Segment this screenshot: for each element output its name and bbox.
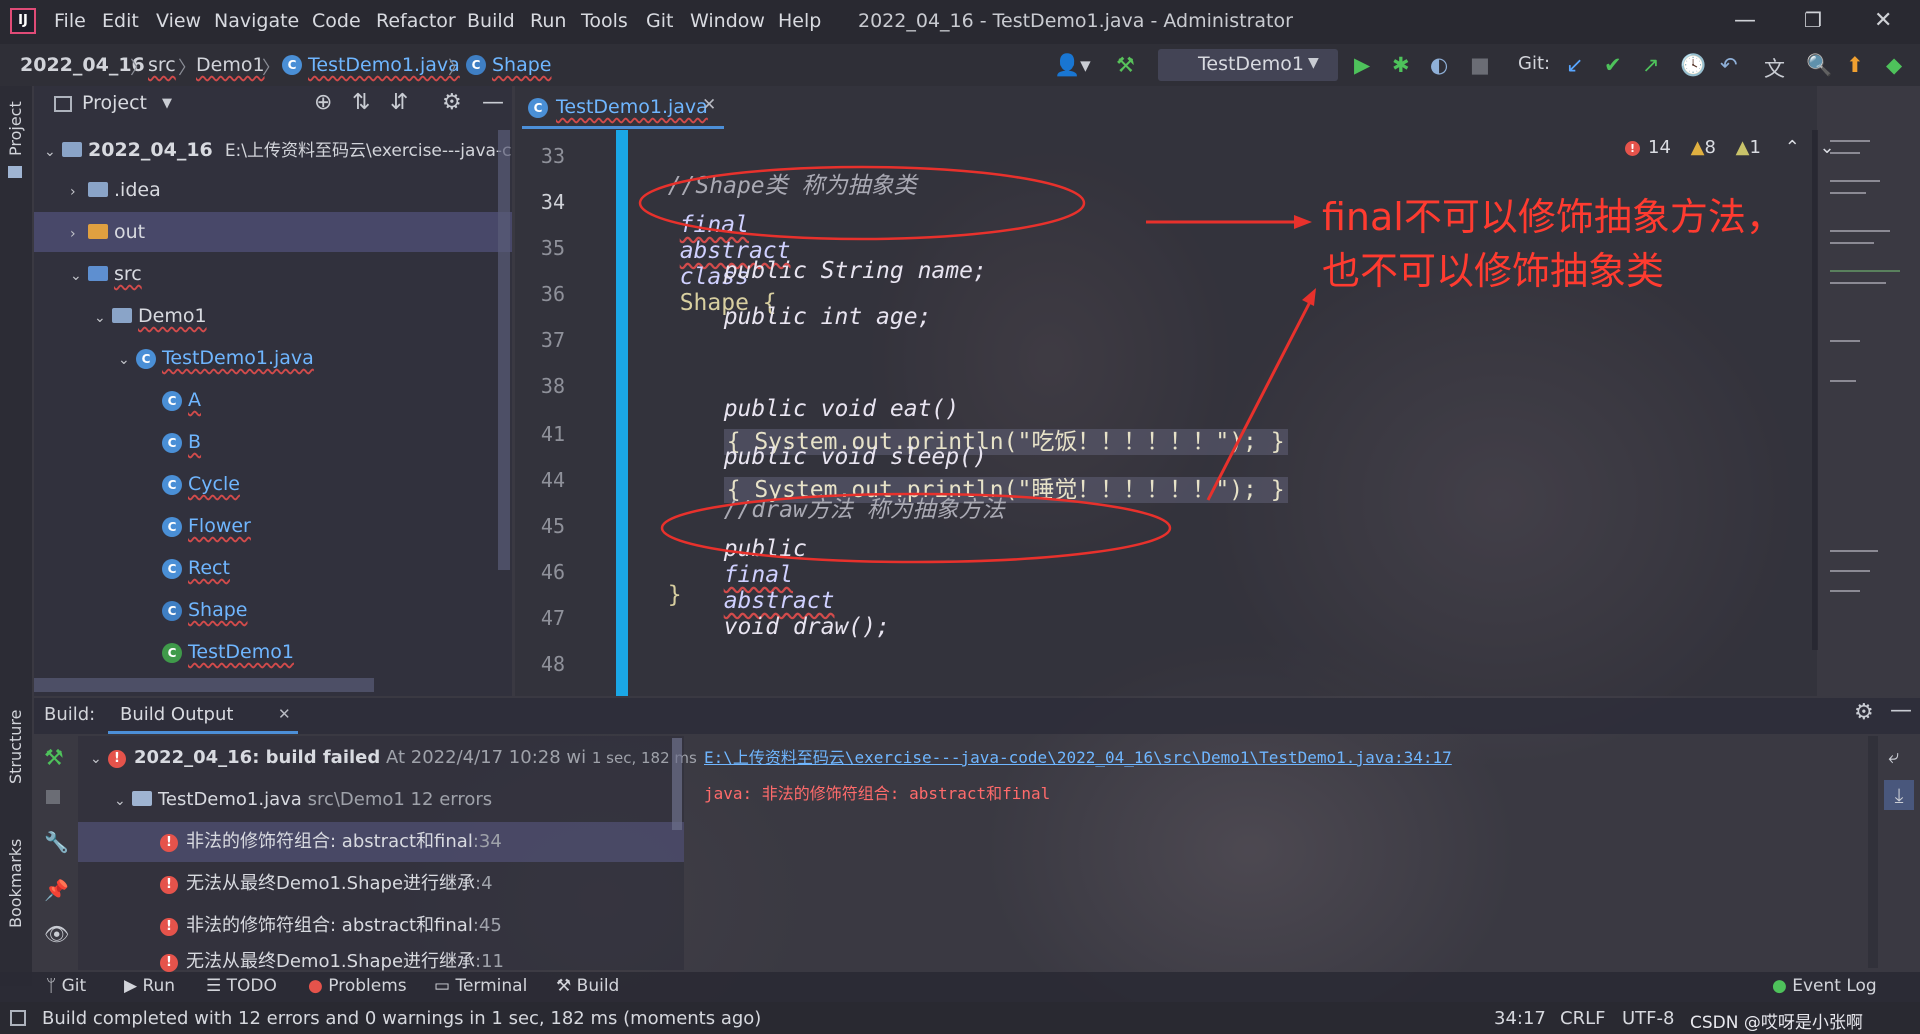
build-error-line: :34 (472, 831, 502, 852)
annotation-text-line1: final不可以修饰抽象方法， (1322, 195, 1784, 239)
status-message: Build completed with 12 errors and 0 war… (42, 1008, 762, 1029)
build-hammer-icon: ⚒ (556, 976, 577, 996)
build-error-row[interactable]: ! 无法从最终Demo1.Shape进行继承:11 (160, 948, 504, 972)
tab-run[interactable]: ▶ Run (124, 976, 175, 996)
java-file-icon (132, 791, 152, 806)
gear-icon[interactable]: ⚙ (1854, 700, 1874, 725)
close-tab-icon[interactable]: ✕ (278, 705, 291, 723)
error-file-link[interactable]: E:\上传资料至码云\exercise---java-code\2022_04_… (704, 744, 1452, 768)
build-error-row[interactable]: ! 非法的修饰符组合: abstract和final:34 (78, 822, 684, 862)
error-icon: ● (308, 976, 329, 996)
error-output-text: java: 非法的修饰符组合: abstract和final (704, 784, 1051, 803)
list-icon: ☰ (206, 976, 227, 996)
build-file-row[interactable]: ⌄ TestDemo1.java src\Demo1 12 errors (114, 780, 492, 820)
annotation-arrowhead (1294, 215, 1312, 229)
rebuild-icon[interactable]: ⚒ (44, 746, 64, 771)
console-scrollbar[interactable] (1868, 736, 1878, 968)
tab-label: Run (142, 976, 176, 996)
terminal-icon: ▭ (434, 976, 456, 996)
build-error-line: :45 (472, 915, 502, 936)
tab-problems[interactable]: ● Problems (308, 976, 407, 996)
pin-icon[interactable]: 📌 (44, 878, 69, 902)
build-output-tab-label: Build Output (120, 704, 234, 725)
annotation-circle-class (638, 165, 1086, 241)
error-icon: ! (160, 954, 178, 972)
build-console-output[interactable]: E:\上传资料至码云\exercise---java-code\2022_04_… (700, 736, 1860, 970)
build-file-label: TestDemo1.java (158, 789, 302, 810)
line-separator[interactable]: CRLF (1560, 1008, 1605, 1029)
status-bar: Build completed with 12 errors and 0 war… (0, 1002, 1920, 1034)
build-label: Build: (44, 704, 96, 725)
panel-toggle-icon[interactable] (10, 1010, 26, 1026)
tab-event-log[interactable]: ● Event Log (1772, 976, 1877, 996)
build-error-message: 无法从最终Demo1.Shape进行继承 (186, 873, 476, 894)
git-branch-icon: ᛘ (46, 976, 62, 996)
watermark: CSDN @哎呀是小张啊 (1690, 1013, 1863, 1033)
error-icon: ! (160, 834, 178, 852)
error-icon: ! (160, 918, 178, 936)
console-side-toolbar: ⤶ ⤓ (1880, 700, 1920, 980)
tab-label: Terminal (455, 976, 528, 996)
stop-icon[interactable] (46, 790, 60, 804)
chevron-down-icon: ⌄ (114, 793, 126, 809)
build-error-line: :4 (475, 873, 493, 894)
wrench-icon[interactable]: 🔧 (44, 830, 69, 854)
soft-wrap-icon[interactable]: ⤶ (1888, 744, 1899, 768)
annotation-circle-method (660, 492, 1172, 564)
scroll-to-end-icon[interactable]: ⤓ (1884, 780, 1914, 810)
tab-label: Build (576, 976, 620, 996)
tab-todo[interactable]: ☰ TODO (206, 976, 277, 996)
build-side-toolbar: ⚒ 🔧 📌 👁 (34, 736, 76, 970)
build-root-row[interactable]: ⌄! 2022_04_16: build failed At 2022/4/17 … (90, 738, 697, 778)
build-error-line: :11 (475, 951, 504, 972)
cursor-position[interactable]: 34:17 (1494, 1008, 1546, 1029)
event-log-icon: ● (1772, 976, 1793, 996)
build-error-message: 无法从最终Demo1.Shape进行继承 (186, 951, 476, 972)
build-error-message: 非法的修饰符组合: abstract和final (186, 831, 473, 852)
annotation-arrow-up (1206, 297, 1314, 501)
tab-terminal[interactable]: ▭ Terminal (434, 976, 527, 996)
tab-label: TODO (226, 976, 277, 996)
tab-label: Problems (328, 976, 407, 996)
bottom-tool-tabs: ᛘ Git ▶ Run ☰ TODO ● Problems ▭ Terminal… (0, 972, 1920, 1002)
build-root-label: 2022_04_16: build failed (134, 747, 381, 768)
annotation-arrowhead (1302, 288, 1316, 306)
annotation-text-line2: 也不可以修饰抽象类 (1322, 249, 1665, 293)
tab-git[interactable]: ᛘ Git (46, 976, 86, 996)
tab-label: Git (61, 976, 87, 996)
build-error-message: 非法的修饰符组合: abstract和final (186, 915, 473, 936)
vertical-scrollbar[interactable] (672, 738, 682, 830)
build-output-tab[interactable]: Build Output ✕ (108, 698, 298, 734)
build-error-row[interactable]: ! 非法的修饰符组合: abstract和final:45 (160, 906, 502, 946)
tab-build[interactable]: ⚒ Build (556, 976, 619, 996)
build-file-meta: src\Demo1 12 errors (307, 789, 493, 810)
error-icon: ! (160, 876, 178, 894)
file-encoding[interactable]: UTF-8 (1622, 1008, 1674, 1029)
tab-label: Event Log (1792, 976, 1877, 996)
error-icon: ! (108, 750, 126, 768)
build-panel-header: Build: Build Output ✕ ⚙ — (34, 698, 1920, 734)
build-root-meta: At 2022/4/17 10:28 wi (386, 747, 587, 768)
build-error-row[interactable]: ! 无法从最终Demo1.Shape进行继承:4 (160, 864, 493, 904)
eye-icon[interactable]: 👁 (44, 922, 69, 946)
run-icon: ▶ (124, 976, 143, 996)
chevron-down-icon: ⌄ (90, 751, 102, 767)
